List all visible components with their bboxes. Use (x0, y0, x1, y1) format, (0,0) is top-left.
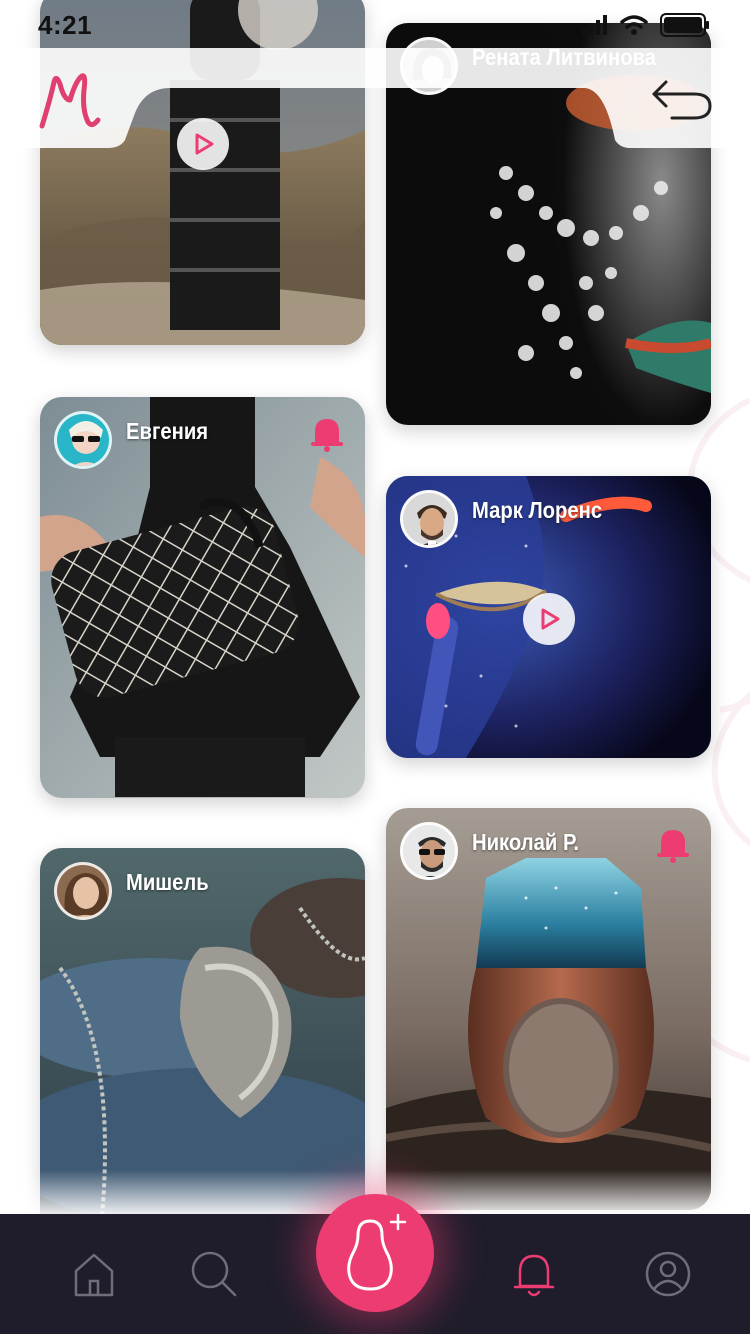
profile-icon (645, 1251, 691, 1297)
bell-icon (513, 1254, 555, 1297)
avatar (400, 822, 458, 880)
nav-search[interactable] (184, 1244, 244, 1304)
nav-notifications[interactable] (504, 1244, 564, 1304)
nav-home[interactable] (64, 1244, 124, 1304)
search-icon (191, 1251, 237, 1297)
back-arrow-icon[interactable] (650, 78, 714, 122)
avatar (400, 490, 458, 548)
author-name: Марк Лоренс (472, 496, 603, 523)
play-video-button[interactable] (523, 593, 575, 645)
post-author[interactable]: Николай Р. (400, 822, 594, 880)
brand-m-logo[interactable] (36, 70, 102, 130)
wifi-icon (620, 15, 648, 35)
feed-card-post-4[interactable]: Марк Лоренс (386, 476, 711, 758)
battery-icon (660, 13, 709, 37)
author-name: Николай Р. (472, 828, 580, 855)
status-time: 4:21 (38, 10, 93, 40)
post-author[interactable]: Евгения (54, 411, 219, 469)
play-icon (195, 133, 214, 155)
notification-bell-icon[interactable] (653, 824, 693, 864)
feed-card-post-1[interactable] (40, 0, 365, 345)
author-name: Мишель (126, 868, 209, 895)
cellular-signal-icon (582, 15, 607, 35)
status-bar: 4:21 (0, 0, 750, 50)
feed-card-post-6[interactable]: Николай Р. (386, 808, 711, 1210)
avatar (54, 862, 112, 920)
status-icons (582, 13, 710, 37)
avatar (54, 411, 112, 469)
post-author[interactable]: Марк Лоренс (400, 490, 620, 548)
play-video-button[interactable] (177, 118, 229, 170)
feed-card-post-5[interactable]: Мишель (40, 848, 365, 1238)
notification-bell-icon[interactable] (307, 413, 347, 453)
matryoshka-plus-icon (347, 1213, 407, 1291)
author-name: Евгения (126, 417, 209, 444)
home-icon (74, 1253, 114, 1297)
post-photo (40, 0, 365, 345)
feed-card-post-3[interactable]: Евгения (40, 397, 365, 798)
play-icon (541, 608, 560, 630)
create-post-button[interactable] (316, 1194, 434, 1312)
post-author[interactable]: Мишель (54, 862, 220, 920)
nav-profile[interactable] (638, 1244, 698, 1304)
